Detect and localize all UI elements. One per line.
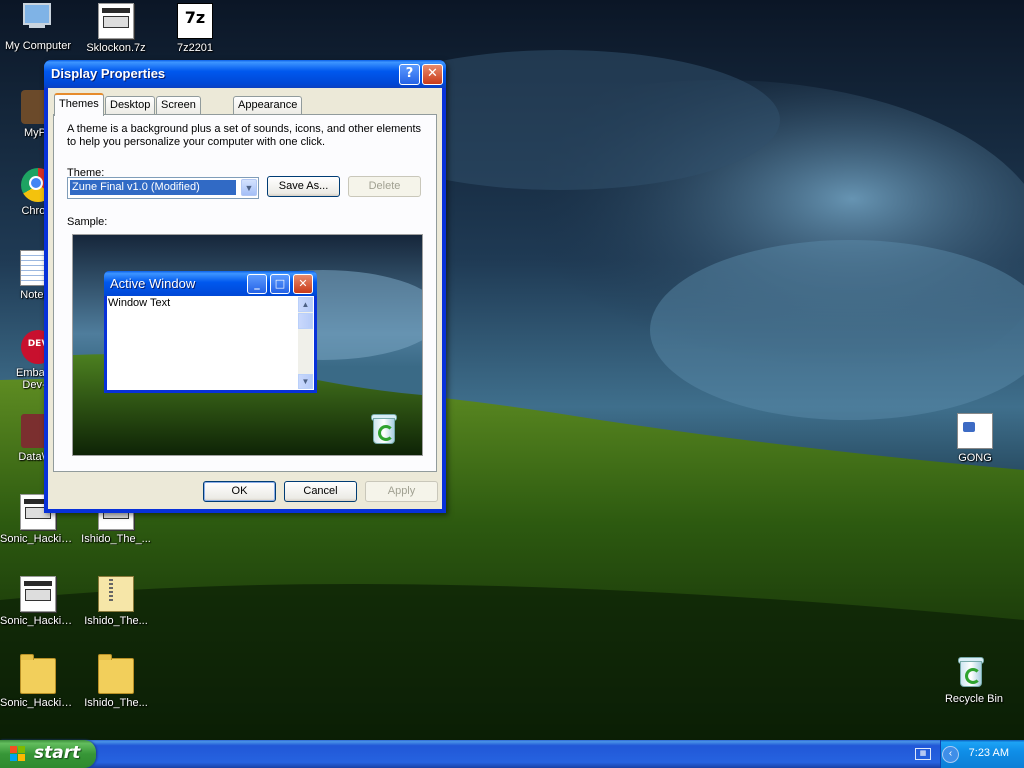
keyboard-icon[interactable]: ▦ (915, 748, 931, 760)
theme-sample-preview: Active Window _ □ ✕ Window Text ▲ ▼ (72, 234, 423, 456)
sample-active-window: Active Window _ □ ✕ Window Text ▲ ▼ (104, 271, 317, 393)
windows-flag-icon (10, 746, 25, 761)
desktop-icon-sklockon[interactable]: Sklockon.7z (76, 3, 156, 54)
recycle-bin-icon (957, 656, 991, 690)
tab-appearance[interactable]: Appearance (233, 96, 303, 114)
zip-folder-icon (98, 576, 134, 612)
scroll-up-icon: ▲ (298, 297, 313, 312)
save-as-button[interactable]: Save As... (267, 176, 340, 197)
folder-icon (98, 654, 134, 694)
theme-dropdown-value: Zune Final v1.0 (Modified) (70, 180, 236, 195)
ok-button[interactable]: OK (203, 481, 276, 502)
chevron-down-icon[interactable]: ▼ (241, 179, 257, 196)
tab-desktop[interactable]: Desktop (105, 96, 156, 114)
desktop-icon-sonic-folder[interactable]: Sonic_Hackin... (0, 654, 78, 709)
sample-recycle-bin-icon (370, 413, 397, 444)
minimize-icon: _ (247, 274, 267, 294)
clock[interactable]: 7:23 AM (969, 747, 1009, 759)
start-label: start (34, 743, 81, 763)
window-title: Display Properties (51, 66, 166, 81)
close-icon: ✕ (293, 274, 313, 294)
theme-dropdown[interactable]: Zune Final v1.0 (Modified) ▼ (67, 177, 259, 199)
theme-description: A theme is a background plus a set of so… (67, 123, 422, 148)
close-button[interactable]: ✕ (422, 64, 443, 85)
help-icon: ? (405, 66, 414, 81)
desktop-icon-ishido-folder[interactable]: Ishido_The... (76, 654, 156, 709)
tab-themes[interactable]: Themes (54, 93, 104, 116)
folder-icon (20, 654, 56, 694)
cancel-button[interactable]: Cancel (284, 481, 357, 502)
dialog-client: Themes Desktop Screen Saver Appearance A… (48, 88, 442, 509)
desktop-icon-7z2201[interactable]: 7z 7z2201 (155, 3, 235, 54)
help-button[interactable]: ? (399, 64, 420, 85)
desktop-icon-sonic-2[interactable]: Sonic_Hackin... (0, 576, 78, 627)
maximize-icon: □ (270, 274, 290, 294)
window-titlebar[interactable]: Display Properties ? ✕ (44, 60, 446, 88)
desktop-icon-recycle-bin[interactable]: Recycle Bin (934, 656, 1014, 705)
desktop-icon-my-computer[interactable]: My Computer (0, 3, 78, 52)
taskbar: start ▦ ‹ 7:23 AM (0, 740, 1024, 768)
tab-screen-saver[interactable]: Screen Saver (156, 96, 201, 128)
sample-scrollbar: ▲ ▼ (298, 297, 313, 389)
my-computer-icon (21, 3, 55, 37)
close-icon: ✕ (427, 66, 438, 81)
sample-label: Sample: (67, 216, 108, 228)
document-icon (20, 576, 56, 612)
sample-window-text: Window Text (108, 297, 171, 309)
apply-button[interactable]: Apply (365, 481, 438, 502)
scroll-down-icon: ▼ (298, 374, 313, 389)
media-file-icon (957, 413, 993, 449)
archive-document-icon (98, 3, 134, 39)
7zip-icon: 7z (177, 3, 213, 39)
sample-window-title: Active Window (110, 276, 196, 291)
desktop-icon-gong[interactable]: GONG (935, 413, 1015, 464)
display-properties-window: Display Properties ? ✕ Themes Desktop Sc… (44, 60, 446, 513)
start-button[interactable]: start (0, 740, 96, 768)
desktop-icon-ishido-2[interactable]: Ishido_The... (76, 576, 156, 627)
show-hidden-icons-icon[interactable]: ‹ (942, 746, 959, 763)
delete-button[interactable]: Delete (348, 176, 421, 197)
system-tray: ‹ 7:23 AM (940, 740, 1024, 768)
